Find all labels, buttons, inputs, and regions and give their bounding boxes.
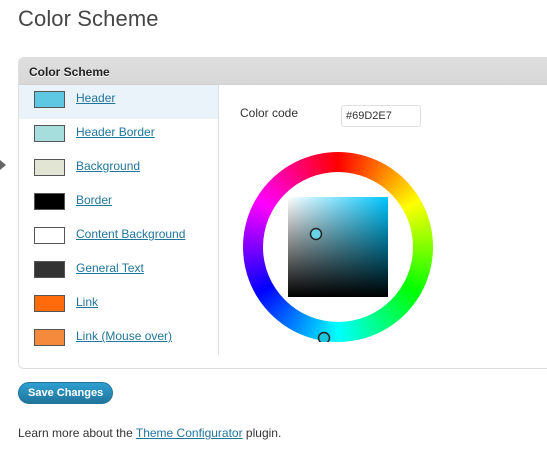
sidebar-item-content-background[interactable]: Content Background — [19, 221, 218, 255]
sidebar-item-label[interactable]: Header Border — [76, 125, 155, 139]
save-changes-button[interactable]: Save Changes — [18, 382, 114, 404]
theme-configurator-link[interactable]: Theme Configurator — [136, 426, 243, 440]
color-scheme-panel: Color Scheme Header Header Border Backgr… — [18, 57, 547, 369]
sidebar-item-border[interactable]: Border — [19, 187, 218, 221]
sidebar-item-header-border[interactable]: Header Border — [19, 119, 218, 153]
footer-prefix: Learn more about the — [18, 426, 136, 440]
sidebar-item-label[interactable]: General Text — [76, 261, 144, 275]
left-pointer-arrow-icon — [0, 155, 6, 175]
footer-suffix: plugin. — [242, 426, 282, 440]
color-swatch[interactable] — [34, 329, 65, 346]
saturation-value-marker[interactable] — [309, 227, 323, 241]
footer-note: Learn more about the Theme Configurator … — [18, 426, 281, 440]
color-code-label: Color code — [240, 106, 299, 120]
sidebar-item-label[interactable]: Content Background — [76, 227, 185, 241]
sidebar-item-label[interactable]: Border — [76, 193, 112, 207]
sidebar-item-link-mouse-over[interactable]: Link (Mouse over) — [19, 323, 218, 357]
sidebar-item-label[interactable]: Header — [76, 91, 115, 105]
value-overlay — [288, 197, 388, 297]
sidebar-item-label[interactable]: Background — [76, 159, 140, 173]
sidebar-item-label[interactable]: Link — [76, 295, 98, 309]
color-swatch[interactable] — [34, 125, 65, 142]
sidebar-item-background[interactable]: Background — [19, 153, 218, 187]
color-code-input[interactable] — [341, 105, 421, 127]
color-swatch[interactable] — [34, 193, 65, 210]
hue-marker[interactable] — [317, 331, 331, 343]
page-title: Color Scheme — [18, 6, 159, 31]
color-swatch[interactable] — [34, 295, 65, 312]
sidebar-item-link[interactable]: Link — [19, 289, 218, 323]
sidebar-item-general-text[interactable]: General Text — [19, 255, 218, 289]
panel-header: Color Scheme — [19, 58, 547, 85]
color-swatch[interactable] — [34, 261, 65, 278]
color-swatch[interactable] — [34, 227, 65, 244]
sidebar-item-header[interactable]: Header — [19, 85, 218, 119]
color-swatch[interactable] — [34, 91, 65, 108]
sidebar-item-label[interactable]: Link (Mouse over) — [76, 329, 172, 343]
color-wheel-picker[interactable] — [243, 152, 433, 342]
color-scheme-page: Color Scheme Color Scheme Header Header … — [0, 0, 547, 451]
color-swatch[interactable] — [34, 159, 65, 176]
color-option-list: Header Header Border Background Border C… — [19, 85, 219, 355]
